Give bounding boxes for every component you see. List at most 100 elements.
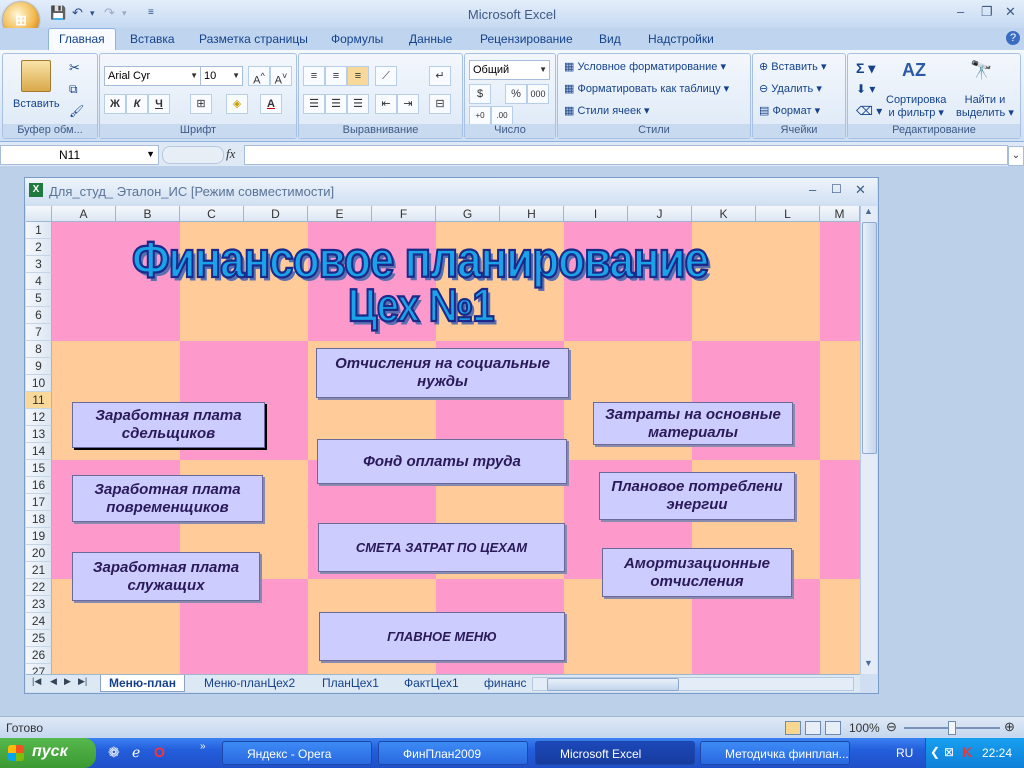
tray-expand-icon[interactable]: ❮ <box>930 745 940 759</box>
piece-wage-button[interactable]: Заработная плата сдельщиков <box>72 402 265 448</box>
tab-data[interactable]: Данные <box>409 32 452 46</box>
save-icon[interactable]: 💾 <box>50 5 66 23</box>
shrink-font-icon[interactable]: A˅ <box>270 66 292 87</box>
language-indicator[interactable]: RU <box>896 746 913 760</box>
next-sheet-icon[interactable]: ▶ <box>64 676 71 687</box>
zoom-in-icon[interactable]: ⊕ <box>1004 719 1015 735</box>
expand-formula-icon[interactable]: ⌄ <box>1008 146 1024 166</box>
currency-icon[interactable]: $ <box>469 84 491 104</box>
task-opera[interactable]: Яндекс - Opera <box>222 741 372 765</box>
scroll-up-icon[interactable]: ▲ <box>864 206 873 216</box>
increase-decimal-icon[interactable]: +0 <box>469 106 491 126</box>
depreciation-button[interactable]: Амортизационные отчисления <box>602 548 792 597</box>
sheet-tab[interactable]: ФактЦех1 <box>404 675 459 691</box>
restore-icon[interactable]: ❐ <box>981 4 993 20</box>
cut-icon[interactable]: ✂ <box>69 60 80 76</box>
scrollbar-thumb[interactable] <box>862 222 877 454</box>
row-header[interactable]: 7 <box>26 324 52 341</box>
copy-icon[interactable]: ⧉ <box>69 82 78 97</box>
energy-consumption-button[interactable]: Плановое потреблени энергии <box>599 472 795 520</box>
column-header[interactable]: L <box>756 206 820 222</box>
row-header[interactable]: 26 <box>26 647 52 664</box>
undo-dropdown-icon[interactable]: ▾ <box>90 8 95 26</box>
orientation-icon[interactable]: ⟋ <box>375 66 397 86</box>
sheet-grid[interactable]: A B C D E F G H I J K L M 1 2 3 4 5 6 7 8 9 10 11 1… <box>26 206 860 674</box>
tab-addins[interactable]: Надстройки <box>648 32 714 46</box>
row-header[interactable]: 16 <box>26 477 52 494</box>
column-header[interactable]: C <box>180 206 244 222</box>
format-as-table-button[interactable]: ▦ Форматировать как таблицу ▾ <box>564 82 729 95</box>
page-break-view-icon[interactable] <box>825 721 841 735</box>
social-contributions-button[interactable]: Отчисления на социальные нужды <box>316 348 569 398</box>
paste-button[interactable]: Вставить <box>13 98 60 110</box>
row-header[interactable]: 21 <box>26 562 52 579</box>
normal-view-icon[interactable] <box>785 721 801 735</box>
underline-button[interactable]: Ч <box>148 94 170 114</box>
task-word-doc[interactable]: Методичка финплан... <box>700 741 850 765</box>
number-format-combo[interactable]: Общий ▼ <box>469 60 550 80</box>
redo-dropdown-icon[interactable]: ▾ <box>122 8 127 26</box>
hscroll-thumb[interactable] <box>547 678 679 691</box>
column-header[interactable]: J <box>628 206 692 222</box>
font-size-combo[interactable]: 10 ▼ <box>200 66 243 86</box>
ie-icon[interactable]: ℯ <box>132 744 140 761</box>
delete-cells-button[interactable]: ⊖ Удалить ▾ <box>759 82 822 95</box>
task-finplan-folder[interactable]: ФинПлан2009 <box>378 741 528 765</box>
row-header[interactable]: 27 <box>26 664 52 674</box>
zoom-level[interactable]: 100% <box>849 721 880 735</box>
row-header[interactable]: 6 <box>26 307 52 324</box>
row-header[interactable]: 14 <box>26 443 52 460</box>
quicklaunch-more-icon[interactable]: » <box>200 741 206 752</box>
row-header[interactable]: 8 <box>26 341 52 358</box>
percent-button[interactable]: % <box>505 84 527 104</box>
tab-formulas[interactable]: Формулы <box>331 32 383 46</box>
row-header[interactable]: 24 <box>26 613 52 630</box>
bold-button[interactable]: Ж <box>104 94 126 114</box>
insert-cells-button[interactable]: ⊕ Вставить ▾ <box>759 60 827 73</box>
last-sheet-icon[interactable]: ▶| <box>78 676 87 687</box>
format-cells-button[interactable]: ▤ Формат ▾ <box>759 104 820 117</box>
decrease-indent-icon[interactable]: ⇤ <box>375 94 397 114</box>
tab-page-layout[interactable]: Разметка страницы <box>199 32 308 46</box>
align-bottom-icon[interactable]: ≡ <box>347 66 369 86</box>
clipboard-paste-icon[interactable] <box>21 60 51 92</box>
row-header[interactable]: 20 <box>26 545 52 562</box>
sheet-tab-active[interactable]: Меню-план <box>100 675 185 692</box>
wrap-text-icon[interactable]: ↵ <box>429 66 451 86</box>
sheet-tab[interactable]: ПланЦех1 <box>322 675 379 691</box>
borders-icon[interactable]: ⊞ <box>190 94 212 114</box>
sort-filter-button[interactable]: Сортировка и фильтр ▾ <box>886 94 946 120</box>
row-header[interactable]: 2 <box>26 239 52 256</box>
zoom-out-icon[interactable]: ⊖ <box>886 719 897 735</box>
employee-wage-button[interactable]: Заработная плата служащих <box>72 552 260 601</box>
select-all-corner[interactable] <box>26 206 52 222</box>
font-color-icon[interactable]: A <box>260 94 282 114</box>
minimize-icon[interactable]: ‒ <box>957 4 964 19</box>
column-header[interactable]: A <box>52 206 116 222</box>
start-button[interactable]: пуск <box>0 738 96 768</box>
sheet-tab[interactable]: Меню-планЦех2 <box>204 675 295 691</box>
column-header[interactable]: I <box>564 206 628 222</box>
sheet-tab[interactable]: финанс <box>484 675 528 691</box>
decrease-decimal-icon[interactable]: .00 <box>491 106 513 126</box>
formula-input[interactable] <box>244 145 1008 165</box>
page-layout-view-icon[interactable] <box>805 721 821 735</box>
column-header[interactable]: B <box>116 206 180 222</box>
column-header[interactable]: F <box>372 206 436 222</box>
name-box[interactable]: N11 ▼ <box>0 145 159 165</box>
autosum-icon[interactable]: Σ ▾ <box>856 60 875 77</box>
align-center-icon[interactable]: ☰ <box>325 94 347 114</box>
row-header[interactable]: 19 <box>26 528 52 545</box>
clear-icon[interactable]: ⌫ ▾ <box>856 104 882 118</box>
vertical-scrollbar[interactable]: ▼ ▲ <box>860 206 877 674</box>
row-header[interactable]: 9 <box>26 358 52 375</box>
undo-icon[interactable]: ↶ <box>72 5 83 23</box>
align-top-icon[interactable]: ≡ <box>303 66 325 86</box>
row-header[interactable]: 10 <box>26 375 52 392</box>
column-header[interactable]: H <box>500 206 564 222</box>
wage-fund-button[interactable]: Фонд оплаты труда <box>317 439 567 484</box>
tab-insert[interactable]: Вставка <box>130 32 175 46</box>
main-menu-button[interactable]: ГЛАВНОЕ МЕНЮ <box>319 612 565 661</box>
customize-qat-icon[interactable]: ≡ <box>148 7 154 25</box>
merge-center-icon[interactable]: ⊟ <box>429 94 451 114</box>
